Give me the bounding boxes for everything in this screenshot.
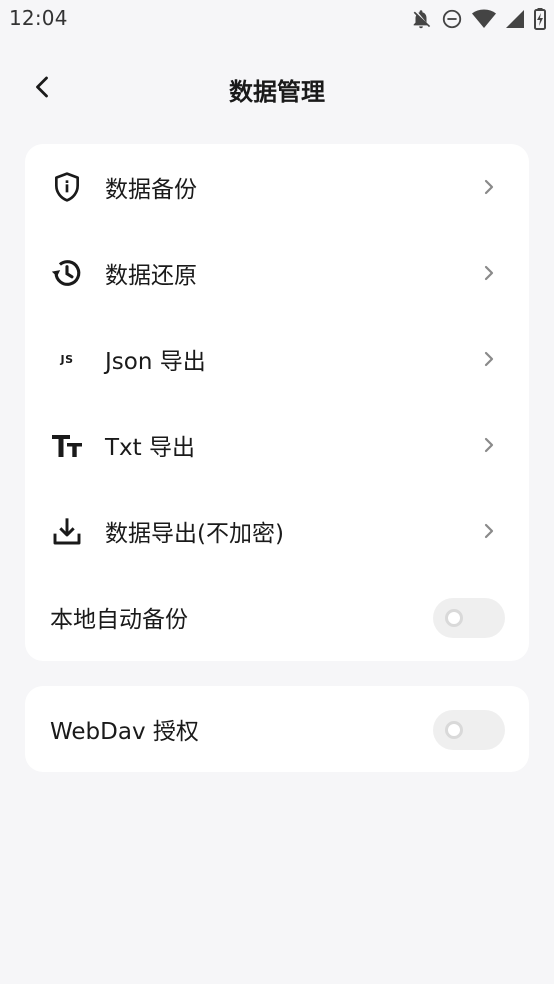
notifications-off-icon: [410, 8, 432, 30]
txt-export-label: Txt 导出: [105, 435, 195, 461]
chevron-right-icon: [479, 521, 499, 541]
page-title: 数据管理: [229, 78, 325, 106]
data-export-unencrypted-item[interactable]: 数据导出(不加密): [25, 488, 529, 574]
data-export-unencrypted-label: 数据导出(不加密): [105, 521, 284, 547]
auto-backup-label: 本地自动备份: [50, 607, 188, 633]
toggle-knob: [445, 609, 463, 627]
js-icon-text: JS: [60, 352, 74, 366]
chevron-right-icon: [479, 435, 499, 455]
status-bar: 12:04: [0, 0, 554, 38]
webdav-card: WebDav 授权: [25, 686, 529, 772]
json-export-item[interactable]: JS Json 导出: [25, 316, 529, 402]
data-backup-item[interactable]: 数据备份: [25, 144, 529, 230]
chevron-right-icon: [479, 263, 499, 283]
chevron-right-icon: [479, 349, 499, 369]
data-restore-label: 数据还原: [105, 263, 197, 289]
data-restore-item[interactable]: 数据还原: [25, 230, 529, 316]
webdav-auth-label: WebDav 授权: [50, 719, 199, 745]
do-not-disturb-icon: [441, 8, 463, 30]
auto-backup-item: 本地自动备份: [25, 574, 529, 660]
json-export-label: Json 导出: [105, 349, 206, 375]
battery-charging-icon: [534, 8, 546, 30]
webdav-auth-item: WebDav 授权: [25, 686, 529, 772]
history-icon: [49, 255, 85, 291]
status-icons: [410, 6, 546, 32]
download-icon: [49, 513, 85, 549]
shield-info-icon: [49, 169, 85, 205]
data-management-card: 数据备份 数据还原 JS Json 导出 Txt 导出 数据导出(不加密) 本地…: [25, 144, 529, 661]
wifi-icon: [472, 8, 496, 30]
toggle-knob: [445, 721, 463, 739]
text-size-icon: [49, 427, 85, 463]
status-time: 12:04: [9, 6, 68, 30]
data-backup-label: 数据备份: [105, 177, 197, 203]
cellular-signal-icon: [505, 9, 525, 29]
chevron-right-icon: [479, 177, 499, 197]
auto-backup-toggle[interactable]: [433, 598, 505, 638]
txt-export-item[interactable]: Txt 导出: [25, 402, 529, 488]
webdav-auth-toggle[interactable]: [433, 710, 505, 750]
app-bar: 数据管理: [0, 58, 554, 120]
js-file-icon: JS: [49, 341, 85, 377]
